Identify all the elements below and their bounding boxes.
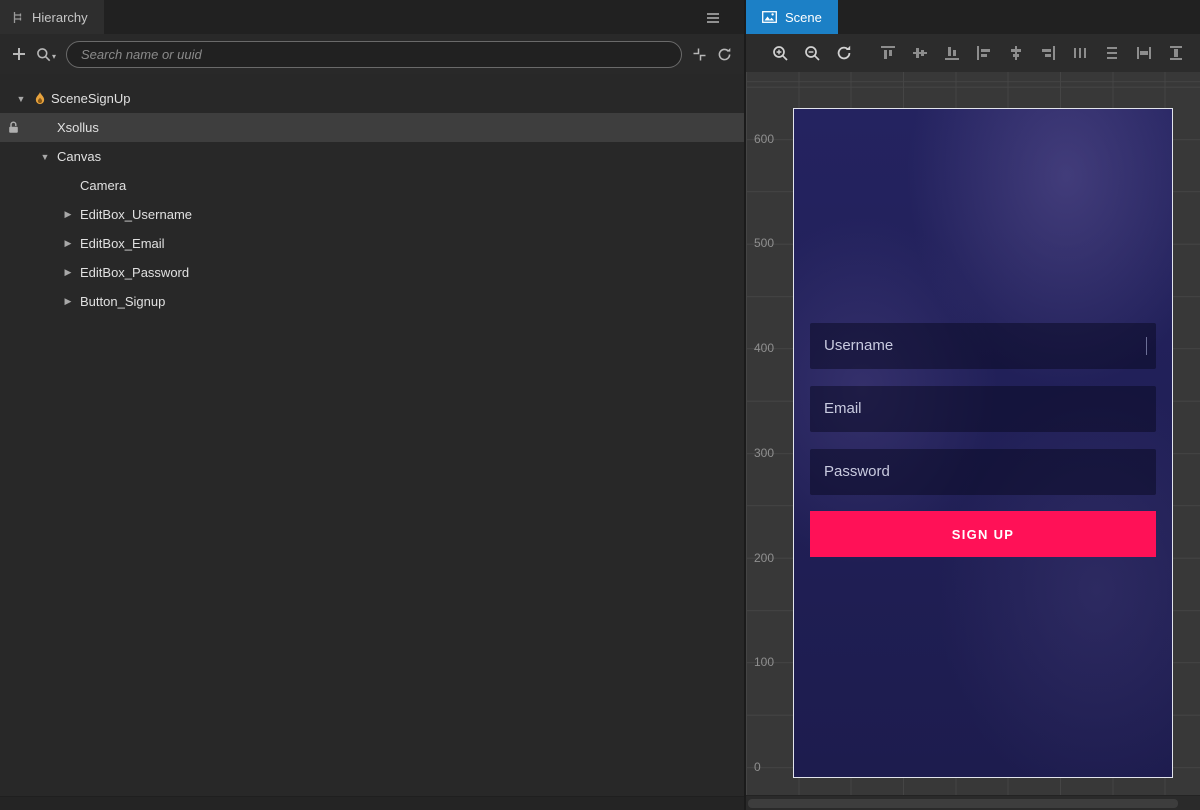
ruler-label: 300 [754,446,774,460]
horizontal-scrollbar-thumb[interactable] [748,799,1178,808]
expand-closed-icon[interactable]: ▶ [61,267,75,278]
ruler-label: 400 [754,341,774,355]
signup-button-preview[interactable]: SIGN UP [810,511,1156,557]
ruler-label: 600 [754,132,774,146]
expand-closed-icon[interactable]: ▶ [61,238,75,249]
expand-open-icon[interactable]: ▼ [38,152,52,162]
scene-image-icon [762,11,777,23]
tree-item-label: Camera [80,178,126,193]
tree-item-editbox-email[interactable]: ▶ EditBox_Email [0,229,744,258]
collapse-all-icon[interactable] [692,47,707,62]
editor-window: Hierarchy ▾ ▼ [0,0,1200,810]
ruler-label: 500 [754,236,774,250]
tree-item-label: EditBox_Email [80,236,165,251]
tree-item-label: Button_Signup [80,294,165,309]
hierarchy-panel: Hierarchy ▾ ▼ [0,0,744,810]
tree-item-label: Canvas [57,149,101,164]
hierarchy-footer-bar [0,796,744,810]
refresh-icon[interactable] [717,47,732,62]
tree-item-button-signup[interactable]: ▶ Button_Signup [0,287,744,316]
align-bottom-icon[interactable] [944,45,960,61]
align-left-icon[interactable] [976,45,992,61]
ruler-label: 200 [754,551,774,565]
add-node-button[interactable] [12,47,26,61]
hierarchy-tree-icon [12,11,25,24]
search-filter-button[interactable]: ▾ [36,47,56,62]
zoom-out-icon[interactable] [804,45,820,61]
hierarchy-tab-bar: Hierarchy [0,0,744,34]
design-canvas-preview[interactable]: Username Email Password SIGN UP [793,108,1173,778]
tree-item-canvas[interactable]: ▼ Canvas [0,142,744,171]
align-top-icon[interactable] [880,45,896,61]
expand-closed-icon[interactable]: ▶ [61,296,75,307]
editbox-email-preview[interactable]: Email [810,386,1156,432]
tree-item-editbox-password[interactable]: ▶ EditBox_Password [0,258,744,287]
scene-tab-bar: Scene [746,0,1200,34]
scene-viewport[interactable]: 600 500 400 300 200 100 0 Username Email… [746,72,1200,810]
tree-item-label: EditBox_Username [80,207,192,222]
tab-hierarchy-label: Hierarchy [32,10,88,25]
horizontal-scrollbar[interactable] [746,795,1200,810]
tab-hierarchy[interactable]: Hierarchy [0,0,104,34]
tab-scene-label: Scene [785,10,822,25]
panel-menu-icon[interactable] [706,11,720,29]
magnifier-icon [36,47,51,62]
tree-item-xsollus[interactable]: Xsollus [0,113,744,142]
text-caret [1146,337,1147,355]
editbox-username-placeholder: Username [824,337,893,354]
reset-view-icon[interactable] [836,45,852,61]
tree-item-editbox-username[interactable]: ▶ EditBox_Username [0,200,744,229]
distribute-h-icon[interactable] [1072,45,1088,61]
ruler-label: 100 [754,655,774,669]
stretch-v-icon[interactable] [1168,45,1184,61]
align-right-icon[interactable] [1040,45,1056,61]
hierarchy-toolbar: ▾ [0,34,744,74]
editbox-email-placeholder: Email [824,400,862,417]
editbox-username-preview[interactable]: Username [810,323,1156,369]
tree-item-label: SceneSignUp [51,91,131,106]
editbox-password-placeholder: Password [824,463,890,480]
lock-icon[interactable] [8,121,19,137]
expand-closed-icon[interactable]: ▶ [61,209,75,220]
tab-scene[interactable]: Scene [746,0,838,34]
tree-item-scene-sign-up[interactable]: ▼ SceneSignUp [0,84,744,113]
stretch-h-icon[interactable] [1136,45,1152,61]
tree-item-label: Xsollus [57,120,99,135]
signup-button-label: SIGN UP [952,527,1015,542]
zoom-in-icon[interactable] [772,45,788,61]
tree-item-camera[interactable]: Camera [0,171,744,200]
scene-toolbar [746,34,1200,72]
scene-panel: Scene [744,0,1200,810]
dropdown-caret-icon: ▾ [52,52,56,62]
ruler-label: 0 [754,760,761,774]
expand-open-icon[interactable]: ▼ [14,94,28,104]
distribute-v-icon[interactable] [1104,45,1120,61]
flame-icon [34,92,46,106]
editbox-password-preview[interactable]: Password [810,449,1156,495]
align-hcenter-icon[interactable] [1008,45,1024,61]
hierarchy-tree: ▼ SceneSignUp Xsollus ▼ Canvas Camera [0,74,744,316]
search-input[interactable] [66,41,682,68]
tree-item-label: EditBox_Password [80,265,189,280]
align-vcenter-icon[interactable] [912,45,928,61]
